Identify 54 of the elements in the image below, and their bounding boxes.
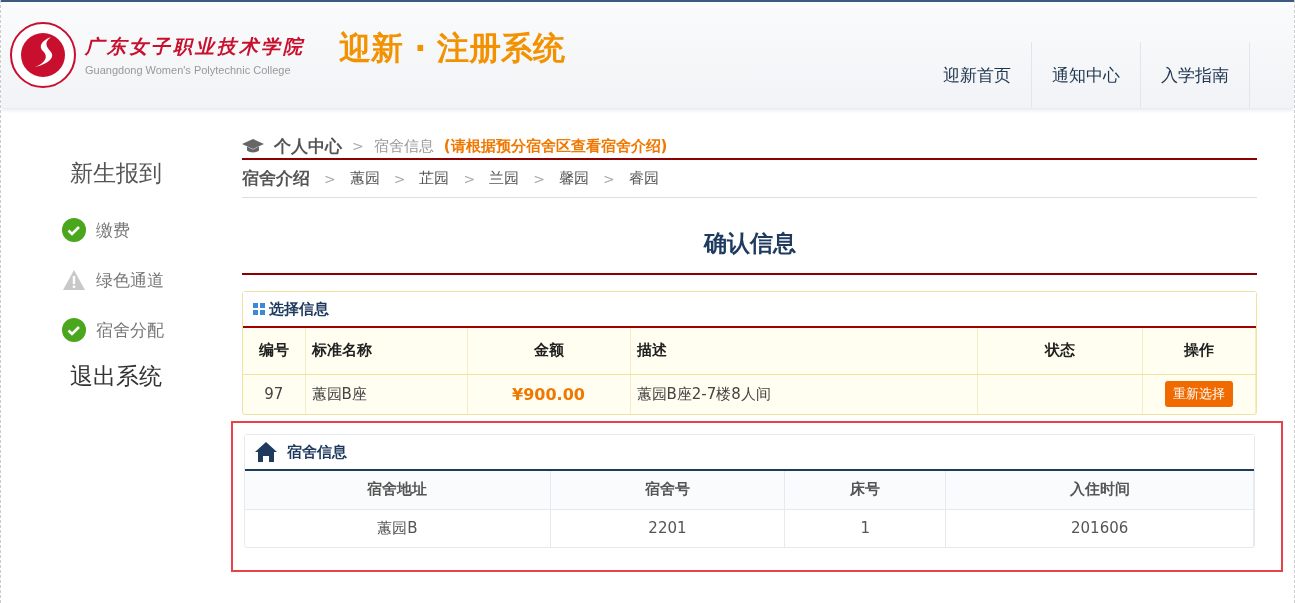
column-header: 金额 [467,328,630,374]
nav-link[interactable]: 迎新首页 [923,42,1032,108]
sidebar-item[interactable]: 绿色通道 [62,255,182,305]
dorm-link[interactable]: 蕙园 [349,169,380,188]
column-header: 描述 [630,328,978,374]
dorm-link[interactable]: 芷园 [419,169,450,188]
table-cell: 蕙园B [245,509,551,547]
column-header: 标准名称 [305,328,467,374]
sidebar-title: 新生报到 [70,159,162,188]
column-header: 宿舍地址 [245,471,551,509]
logout-link[interactable]: 退出系统 [70,361,162,392]
breadcrumb-separator: > [533,170,545,187]
column-header: 编号 [243,328,305,374]
sidebar-item[interactable]: 宿舍分配 [62,305,182,355]
page-title: 确认信息 [242,198,1257,275]
table-cell: 2201 [550,509,785,547]
breadcrumb-separator: > [352,138,364,154]
dorm-intro-title: 宿舍介绍 [242,167,310,190]
column-header: 入住时间 [945,471,1254,509]
dorm-link[interactable]: 兰园 [489,169,520,188]
breadcrumb-hint: (请根据预分宿舍区查看宿舍介绍) [443,136,668,156]
breadcrumb-separator: > [393,170,406,187]
breadcrumb-separator: > [463,170,476,187]
column-header: 状态 [977,328,1143,374]
nav-link[interactable]: 通知中心 [1032,42,1141,108]
panel-title: 选择信息 [269,299,329,319]
college-logo [9,21,77,89]
school-name: 广东女子职业技术学院 [85,34,305,59]
dorm-link[interactable]: 馨园 [558,169,589,188]
nav-link[interactable]: 入学指南 [1141,42,1250,108]
check-circle-icon [62,318,86,342]
graduation-cap-icon [242,139,264,153]
panel-title: 宿舍信息 [287,442,347,462]
column-header: 操作 [1142,328,1256,374]
column-header: 床号 [784,471,946,509]
table-cell: 蕙园B座2-7楼8人间 [630,374,978,414]
breadcrumb-separator: > [324,170,336,187]
table-cell: 97 [243,374,305,414]
table-cell: 201606 [945,509,1254,547]
breadcrumb-current: 宿舍信息 [373,136,434,156]
home-icon [255,442,277,462]
dorm-link[interactable]: 睿园 [628,169,659,188]
amount-cell: ¥900.00 [467,374,630,414]
breadcrumb-separator: > [602,170,615,187]
table-cell: 蕙园B座 [305,374,467,414]
table-cell: 1 [784,509,946,547]
school-name-english: Guangdong Women's Polytechnic College [85,64,292,76]
grid-icon [253,303,265,315]
check-circle-icon [62,218,86,242]
warning-icon [62,269,86,291]
breadcrumb-home[interactable]: 个人中心 [274,134,342,158]
sidebar-item[interactable]: 缴费 [62,205,182,255]
column-header: 宿舍号 [550,471,785,509]
system-title: 迎新 · 注册系统 [339,28,566,69]
